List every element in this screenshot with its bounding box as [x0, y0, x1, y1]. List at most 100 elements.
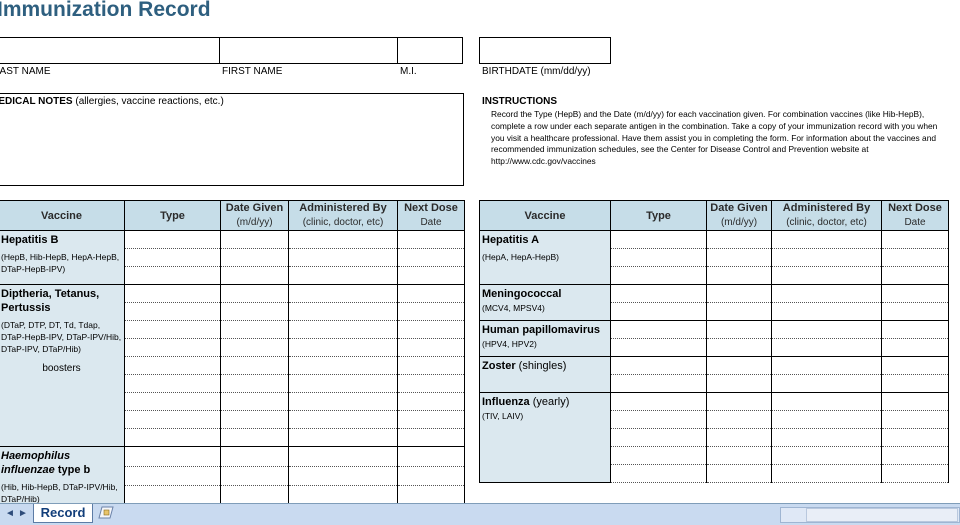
next-dose-cell[interactable] — [397, 466, 465, 487]
next-dose-cell[interactable] — [397, 446, 465, 467]
next-dose-cell[interactable] — [397, 230, 465, 249]
type-cell[interactable] — [610, 428, 707, 447]
date-cell[interactable] — [220, 320, 289, 339]
next-dose-cell[interactable] — [397, 284, 465, 303]
first-name-field[interactable] — [219, 37, 398, 64]
next-dose-cell[interactable] — [881, 320, 949, 339]
date-cell[interactable] — [220, 428, 289, 447]
administered-cell[interactable] — [288, 248, 398, 267]
next-dose-cell[interactable] — [881, 428, 949, 447]
type-cell[interactable] — [610, 446, 707, 465]
date-cell[interactable] — [706, 446, 772, 465]
date-cell[interactable] — [706, 410, 772, 429]
type-cell[interactable] — [124, 266, 221, 285]
administered-cell[interactable] — [771, 230, 882, 249]
administered-cell[interactable] — [771, 464, 882, 483]
date-cell[interactable] — [706, 464, 772, 483]
date-cell[interactable] — [706, 356, 772, 375]
date-cell[interactable] — [706, 284, 772, 303]
date-cell[interactable] — [220, 446, 289, 467]
next-dose-cell[interactable] — [397, 428, 465, 447]
date-cell[interactable] — [706, 374, 772, 393]
administered-cell[interactable] — [288, 410, 398, 429]
administered-cell[interactable] — [771, 320, 882, 339]
type-cell[interactable] — [610, 266, 707, 285]
type-cell[interactable] — [124, 356, 221, 375]
administered-cell[interactable] — [288, 356, 398, 375]
type-cell[interactable] — [610, 410, 707, 429]
administered-cell[interactable] — [288, 320, 398, 339]
type-cell[interactable] — [124, 446, 221, 467]
type-cell[interactable] — [124, 428, 221, 447]
type-cell[interactable] — [124, 374, 221, 393]
next-dose-cell[interactable] — [881, 248, 949, 267]
next-dose-cell[interactable] — [397, 410, 465, 429]
administered-cell[interactable] — [771, 338, 882, 357]
date-cell[interactable] — [220, 356, 289, 375]
next-dose-cell[interactable] — [397, 302, 465, 321]
sheet-tab-record[interactable]: Record — [33, 504, 93, 523]
type-cell[interactable] — [124, 284, 221, 303]
date-cell[interactable] — [220, 266, 289, 285]
administered-cell[interactable] — [288, 466, 398, 487]
next-dose-cell[interactable] — [397, 266, 465, 285]
next-dose-cell[interactable] — [881, 410, 949, 429]
administered-cell[interactable] — [288, 374, 398, 393]
administered-cell[interactable] — [288, 446, 398, 467]
date-cell[interactable] — [706, 248, 772, 267]
next-dose-cell[interactable] — [881, 284, 949, 303]
type-cell[interactable] — [124, 466, 221, 487]
administered-cell[interactable] — [771, 428, 882, 447]
type-cell[interactable] — [610, 374, 707, 393]
date-cell[interactable] — [706, 302, 772, 321]
administered-cell[interactable] — [771, 302, 882, 321]
next-dose-cell[interactable] — [881, 446, 949, 465]
type-cell[interactable] — [610, 320, 707, 339]
type-cell[interactable] — [124, 392, 221, 411]
date-cell[interactable] — [706, 230, 772, 249]
administered-cell[interactable] — [771, 356, 882, 375]
type-cell[interactable] — [610, 248, 707, 267]
new-sheet-icon[interactable] — [95, 506, 117, 520]
next-dose-cell[interactable] — [881, 302, 949, 321]
mi-field[interactable] — [397, 37, 463, 64]
date-cell[interactable] — [220, 284, 289, 303]
date-cell[interactable] — [220, 392, 289, 411]
next-dose-cell[interactable] — [397, 392, 465, 411]
administered-cell[interactable] — [288, 302, 398, 321]
administered-cell[interactable] — [771, 446, 882, 465]
type-cell[interactable] — [610, 302, 707, 321]
type-cell[interactable] — [610, 338, 707, 357]
administered-cell[interactable] — [288, 284, 398, 303]
type-cell[interactable] — [610, 392, 707, 411]
birthdate-field[interactable] — [479, 37, 611, 64]
administered-cell[interactable] — [771, 266, 882, 285]
scrollbar-thumb[interactable] — [806, 508, 958, 522]
next-dose-cell[interactable] — [397, 356, 465, 375]
date-cell[interactable] — [220, 248, 289, 267]
next-dose-cell[interactable] — [881, 392, 949, 411]
type-cell[interactable] — [124, 338, 221, 357]
type-cell[interactable] — [124, 248, 221, 267]
type-cell[interactable] — [610, 230, 707, 249]
date-cell[interactable] — [220, 302, 289, 321]
date-cell[interactable] — [706, 320, 772, 339]
type-cell[interactable] — [610, 464, 707, 483]
date-cell[interactable] — [706, 428, 772, 447]
date-cell[interactable] — [706, 266, 772, 285]
last-name-field[interactable] — [0, 37, 220, 64]
date-cell[interactable] — [706, 338, 772, 357]
next-dose-cell[interactable] — [881, 266, 949, 285]
next-dose-cell[interactable] — [397, 320, 465, 339]
administered-cell[interactable] — [288, 266, 398, 285]
date-cell[interactable] — [706, 392, 772, 411]
type-cell[interactable] — [124, 410, 221, 429]
administered-cell[interactable] — [771, 410, 882, 429]
nav-first-icon[interactable]: ◄ — [5, 508, 15, 519]
date-cell[interactable] — [220, 230, 289, 249]
next-dose-cell[interactable] — [881, 338, 949, 357]
next-dose-cell[interactable] — [881, 374, 949, 393]
date-cell[interactable] — [220, 410, 289, 429]
administered-cell[interactable] — [771, 248, 882, 267]
next-dose-cell[interactable] — [881, 464, 949, 483]
